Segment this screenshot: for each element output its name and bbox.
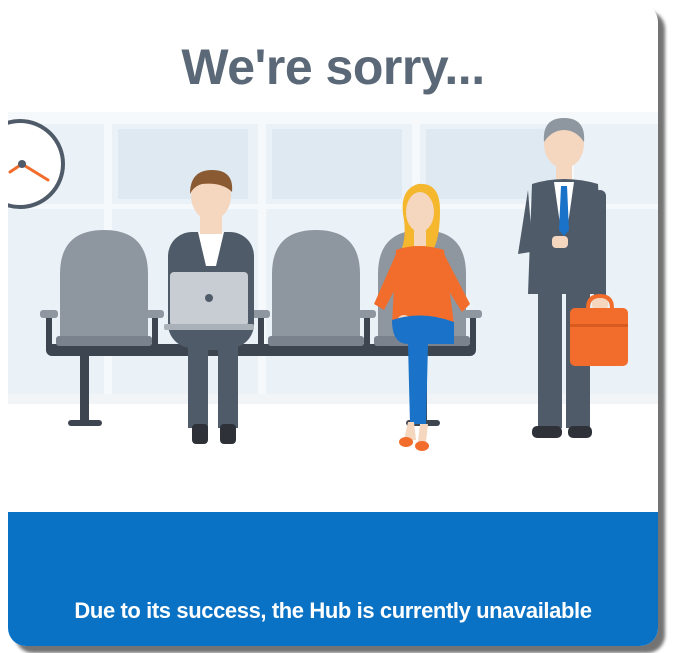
error-card: We're sorry... Due to its success, the H… bbox=[8, 4, 658, 646]
unavailable-message: Due to its success, the Hub is currently… bbox=[74, 598, 592, 623]
page-title: We're sorry... bbox=[181, 39, 485, 95]
status-banner: Due to its success, the Hub is currently… bbox=[8, 512, 658, 646]
